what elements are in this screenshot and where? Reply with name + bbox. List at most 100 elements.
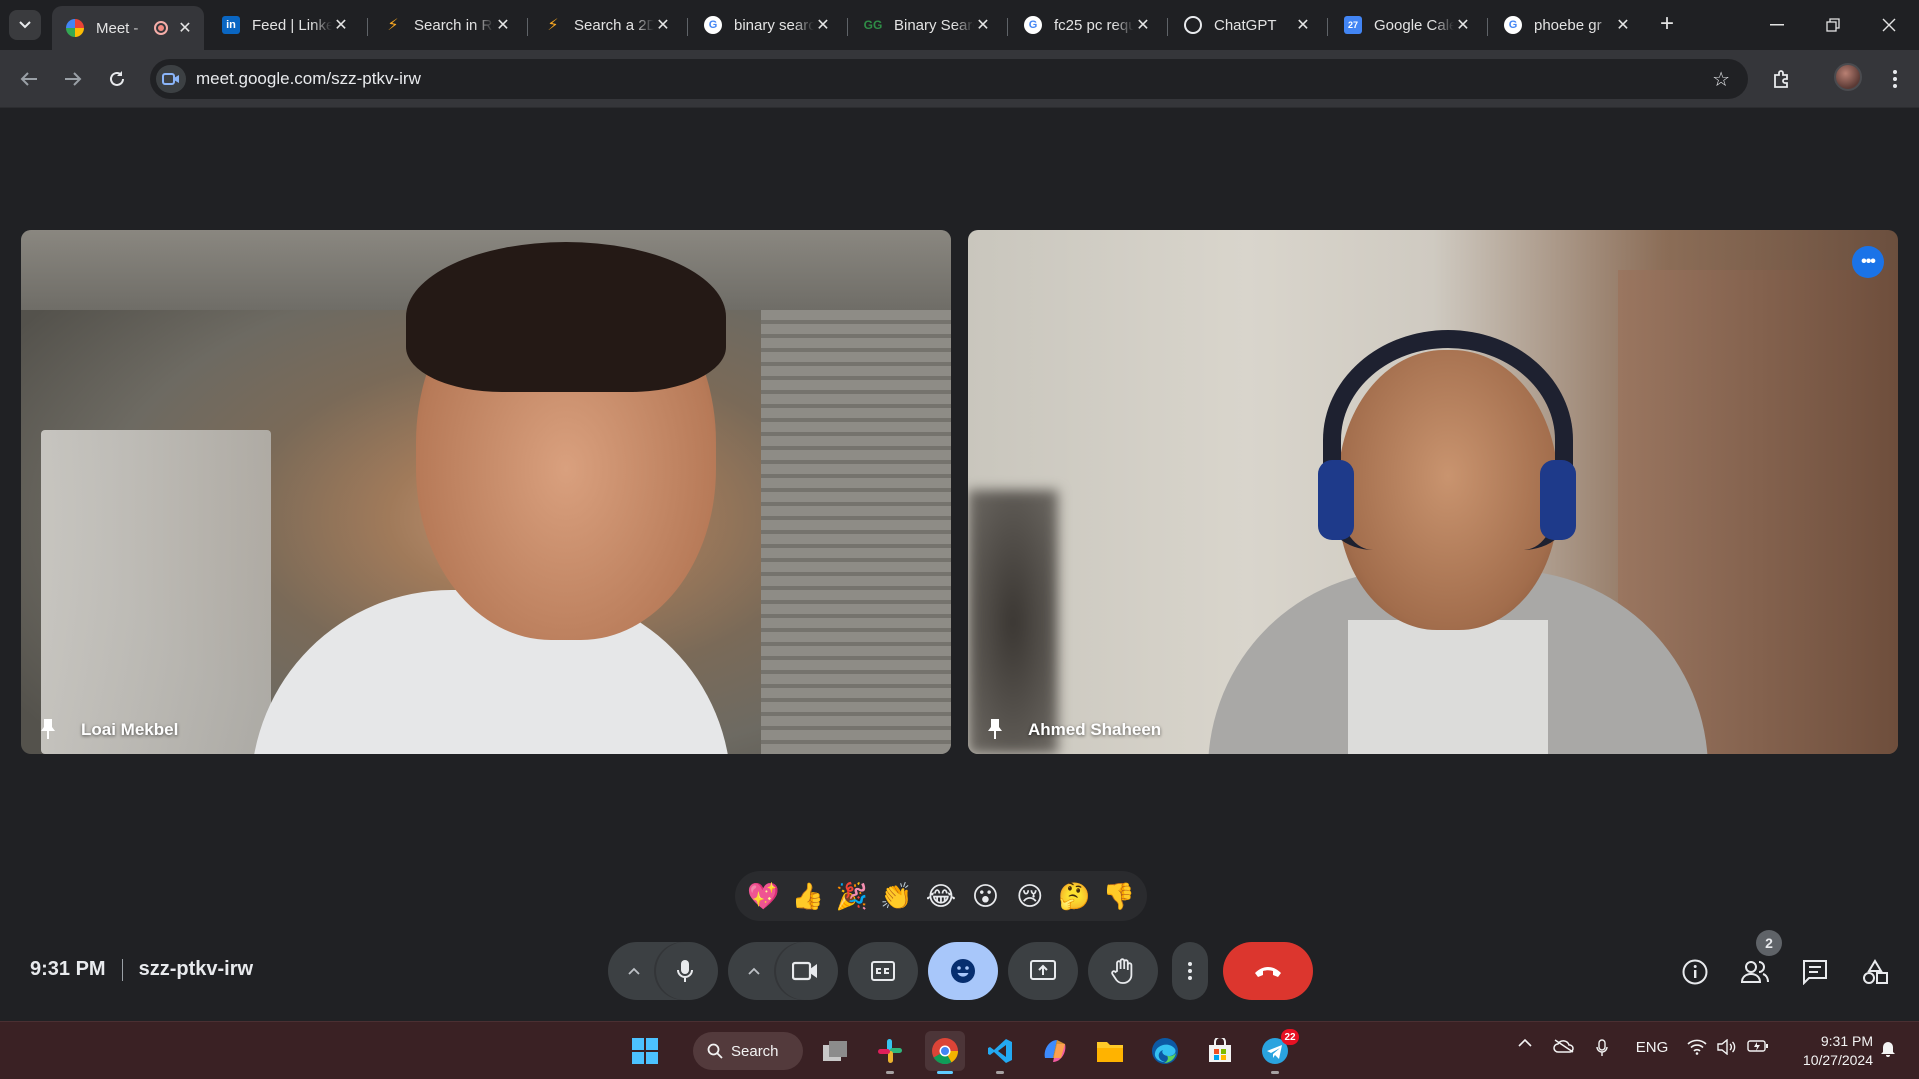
extensions-button[interactable] bbox=[1767, 64, 1797, 94]
close-icon[interactable]: ✕ bbox=[1614, 15, 1632, 35]
more-options-button[interactable] bbox=[1172, 942, 1208, 1000]
reload-icon bbox=[110, 71, 124, 86]
reaction-clapping[interactable]: 👏 bbox=[877, 876, 917, 916]
taskbar-clock[interactable]: 9:31 PM 10/27/2024 bbox=[1783, 1032, 1873, 1070]
closed-captions-icon bbox=[871, 961, 895, 981]
raise-hand-button[interactable] bbox=[1088, 942, 1158, 1000]
microphone-tray[interactable] bbox=[1592, 1039, 1612, 1057]
close-icon[interactable]: ✕ bbox=[1134, 15, 1152, 35]
participant-tile-loai[interactable]: Loai Mekbel bbox=[21, 230, 951, 754]
tab-binary-search-gfg[interactable]: GG Binary Search ✕ bbox=[850, 8, 1002, 42]
task-view-button[interactable] bbox=[815, 1031, 855, 1071]
forward-button[interactable] bbox=[58, 64, 88, 94]
vscode-app[interactable] bbox=[980, 1031, 1020, 1074]
close-icon[interactable]: ✕ bbox=[332, 15, 350, 35]
tab-phoebe[interactable]: G phoebe gr ✕ bbox=[1490, 8, 1642, 42]
tab-search-rotated[interactable]: ⚡ Search in Rotated Sorted Array ✕ bbox=[370, 8, 522, 42]
copilot-app[interactable] bbox=[1035, 1031, 1075, 1071]
close-icon[interactable]: ✕ bbox=[494, 15, 512, 35]
volume-tray[interactable] bbox=[1716, 1039, 1738, 1055]
language-indicator[interactable]: ENG bbox=[1634, 1039, 1670, 1056]
video-camera-icon bbox=[792, 961, 817, 981]
address-bar[interactable]: meet.google.com/szz-ptkv-irw ☆ bbox=[150, 59, 1748, 99]
reaction-heart[interactable]: 💖 bbox=[743, 876, 783, 916]
close-icon[interactable]: ✕ bbox=[176, 18, 194, 38]
restore-button[interactable] bbox=[1811, 8, 1855, 42]
pin-icon[interactable] bbox=[982, 716, 1008, 742]
tab-fc25[interactable]: G fc25 pc requirements ✕ bbox=[1010, 8, 1162, 42]
tab-binary-search-google[interactable]: G binary search ✕ bbox=[690, 8, 842, 42]
meeting-details-button[interactable] bbox=[1675, 952, 1715, 992]
task-view-icon bbox=[823, 1041, 847, 1061]
wifi-tray[interactable] bbox=[1686, 1039, 1708, 1055]
audio-settings-caret[interactable] bbox=[612, 967, 656, 975]
minimize-icon bbox=[1770, 24, 1784, 26]
present-screen-button[interactable] bbox=[1008, 942, 1078, 1000]
activities-button[interactable] bbox=[1855, 952, 1895, 992]
tab-search-button[interactable] bbox=[9, 10, 41, 40]
telegram-app[interactable]: 22 bbox=[1255, 1029, 1299, 1074]
cloud-off-icon bbox=[1553, 1039, 1574, 1053]
camera-button[interactable] bbox=[776, 942, 834, 1000]
close-window-button[interactable] bbox=[1867, 8, 1911, 42]
close-icon[interactable]: ✕ bbox=[814, 15, 832, 35]
taskbar-search[interactable]: Search bbox=[693, 1032, 803, 1070]
battery-tray[interactable] bbox=[1746, 1039, 1770, 1053]
site-info-button[interactable] bbox=[156, 65, 186, 93]
browser-menu-button[interactable] bbox=[1880, 64, 1910, 94]
people-button[interactable] bbox=[1735, 952, 1775, 992]
reload-button[interactable] bbox=[102, 64, 132, 94]
minimize-button[interactable] bbox=[1755, 8, 1799, 42]
video-settings-caret[interactable] bbox=[732, 967, 776, 975]
tab-chatgpt[interactable]: ChatGPT ✕ bbox=[1170, 8, 1322, 42]
tab-meet[interactable]: Meet - ✕ bbox=[52, 6, 204, 50]
clock-date: 10/27/2024 bbox=[1802, 1052, 1873, 1068]
tab-linkedin[interactable]: in Feed | LinkedIn ✕ bbox=[208, 8, 360, 42]
tab-title: Binary Search bbox=[894, 16, 974, 34]
close-icon[interactable]: ✕ bbox=[974, 15, 992, 35]
url-text: meet.google.com/szz-ptkv-irw bbox=[196, 69, 421, 88]
reaction-laughing[interactable]: 😂 bbox=[921, 876, 961, 916]
pin-icon[interactable] bbox=[35, 716, 61, 742]
notifications-button[interactable] bbox=[1877, 1039, 1899, 1057]
back-button[interactable] bbox=[14, 64, 44, 94]
edge-app[interactable] bbox=[1145, 1031, 1185, 1071]
puzzle-icon bbox=[1774, 70, 1788, 88]
window-blinds bbox=[761, 310, 951, 754]
google-icon: G bbox=[704, 16, 722, 34]
start-button[interactable] bbox=[625, 1031, 665, 1071]
speaker-icon bbox=[1717, 1039, 1736, 1055]
vscode-icon bbox=[988, 1039, 1012, 1063]
close-icon[interactable]: ✕ bbox=[1454, 15, 1472, 35]
reaction-crying[interactable]: 😢 bbox=[1010, 876, 1050, 916]
leave-call-button[interactable] bbox=[1223, 942, 1313, 1000]
reaction-thinking[interactable]: 🤔 bbox=[1054, 876, 1094, 916]
microphone-button[interactable] bbox=[656, 942, 714, 1000]
reaction-surprised[interactable]: 😮 bbox=[965, 876, 1005, 916]
onedrive-tray[interactable] bbox=[1552, 1039, 1576, 1053]
tab-google-calendar[interactable]: 27 Google Calendar ✕ bbox=[1330, 8, 1482, 42]
show-hidden-icons-button[interactable] bbox=[1515, 1039, 1535, 1047]
chat-button[interactable] bbox=[1795, 952, 1835, 992]
bookmark-star-icon[interactable]: ☆ bbox=[1712, 67, 1730, 92]
reactions-button[interactable] bbox=[928, 942, 998, 1000]
close-icon[interactable]: ✕ bbox=[654, 15, 672, 35]
chrome-app[interactable] bbox=[925, 1031, 965, 1074]
file-explorer-app[interactable] bbox=[1090, 1031, 1130, 1071]
participant-tile-ahmed[interactable]: ••• Ahmed Shaheen bbox=[968, 230, 1898, 754]
captions-button[interactable] bbox=[848, 942, 918, 1000]
microsoft-store-app[interactable] bbox=[1200, 1031, 1240, 1071]
profile-avatar[interactable] bbox=[1834, 63, 1862, 91]
reaction-thumbs-up[interactable]: 👍 bbox=[788, 876, 828, 916]
tab-title: Meet - bbox=[96, 19, 139, 37]
participant-name: Loai Mekbel bbox=[81, 720, 179, 739]
tab-search-2d-matrix[interactable]: ⚡ Search a 2D Matrix ✕ bbox=[530, 8, 682, 42]
reaction-party-popper[interactable]: 🎉 bbox=[832, 876, 872, 916]
new-tab-button[interactable]: + bbox=[1652, 10, 1682, 40]
more-options-button[interactable]: ••• bbox=[1852, 246, 1884, 278]
close-icon[interactable]: ✕ bbox=[1294, 15, 1312, 35]
reaction-thumbs-down[interactable]: 👎 bbox=[1099, 876, 1139, 916]
slack-app[interactable] bbox=[870, 1031, 910, 1074]
google-calendar-icon: 27 bbox=[1344, 16, 1362, 34]
activities-shapes-icon bbox=[1863, 959, 1888, 984]
